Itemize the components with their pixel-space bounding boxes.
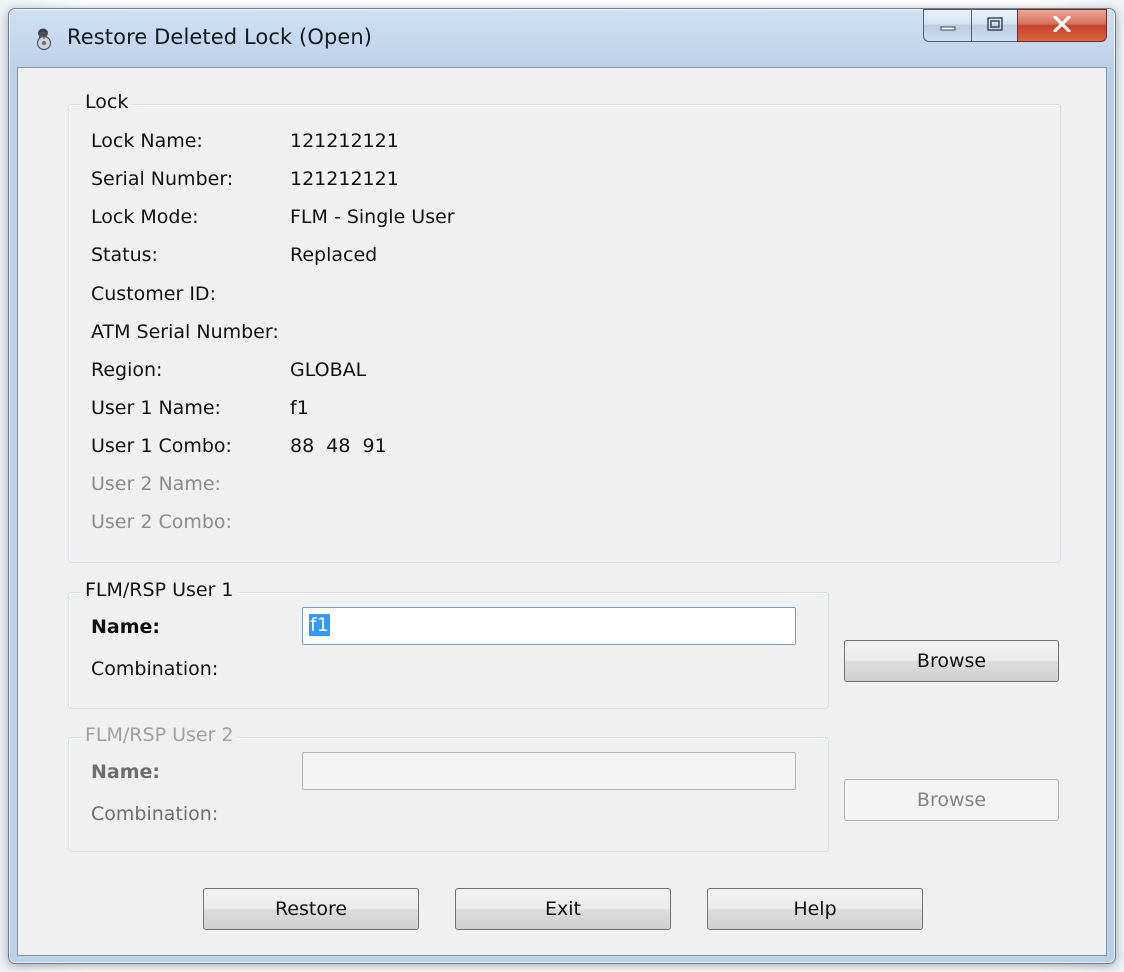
user1-name-value: f1 [290,397,309,419]
lock-mode-label: Lock Mode: [91,206,199,228]
user2-browse-button[interactable]: Browse [844,779,1059,821]
user1-combo-value: 88 48 91 [290,435,387,457]
window-title: Restore Deleted Lock (Open) [67,25,373,49]
lock-group-title: Lock [81,91,133,113]
user1-combo-label: User 1 Combo: [91,435,232,457]
help-button[interactable]: Help [707,888,923,930]
dialog-window: Restore Deleted Lock (Open) Lock Lock Na… [8,8,1116,964]
lock-mode-value: FLM - Single User [290,206,455,228]
user1-name-input-value: f1 [309,614,330,636]
maximize-icon [986,16,1003,35]
user2-combo-label: User 2 Combo: [91,511,232,533]
user1-browse-button[interactable]: Browse [844,640,1059,682]
serial-number-value: 121212121 [290,168,399,190]
lock-name-value: 121212121 [290,130,399,152]
close-button[interactable] [1017,9,1107,42]
dialog-client-area: Lock Lock Name: 121212121 Serial Number:… [17,67,1107,956]
user1-combination-label: Combination: [91,658,219,680]
user1-name-label: User 1 Name: [91,397,221,419]
exit-button[interactable]: Exit [455,888,671,930]
lock-dial-icon [33,27,55,51]
title-bar[interactable]: Restore Deleted Lock (Open) [9,9,1115,67]
user2-group-title: FLM/RSP User 2 [81,724,238,746]
lock-name-label: Lock Name: [91,130,203,152]
user1-name-input[interactable]: f1 [302,607,796,645]
caption-buttons [923,9,1107,43]
close-icon [1053,14,1071,36]
region-value: GLOBAL [290,359,367,381]
atm-serial-number-label: ATM Serial Number: [91,321,279,343]
user2-name-field-label: Name: [91,761,161,783]
status-value: Replaced [290,244,378,266]
status-label: Status: [91,244,158,266]
user1-group-title: FLM/RSP User 1 [81,579,238,601]
user2-combination-label: Combination: [91,803,219,825]
maximize-button[interactable] [971,9,1017,42]
region-label: Region: [91,359,163,381]
user2-name-input[interactable] [302,752,796,790]
customer-id-label: Customer ID: [91,283,216,305]
user2-name-label: User 2 Name: [91,473,221,495]
minimize-button[interactable] [923,9,971,42]
user1-name-field-label: Name: [91,616,161,638]
minimize-icon [940,16,956,35]
restore-button[interactable]: Restore [203,888,419,930]
serial-number-label: Serial Number: [91,168,234,190]
